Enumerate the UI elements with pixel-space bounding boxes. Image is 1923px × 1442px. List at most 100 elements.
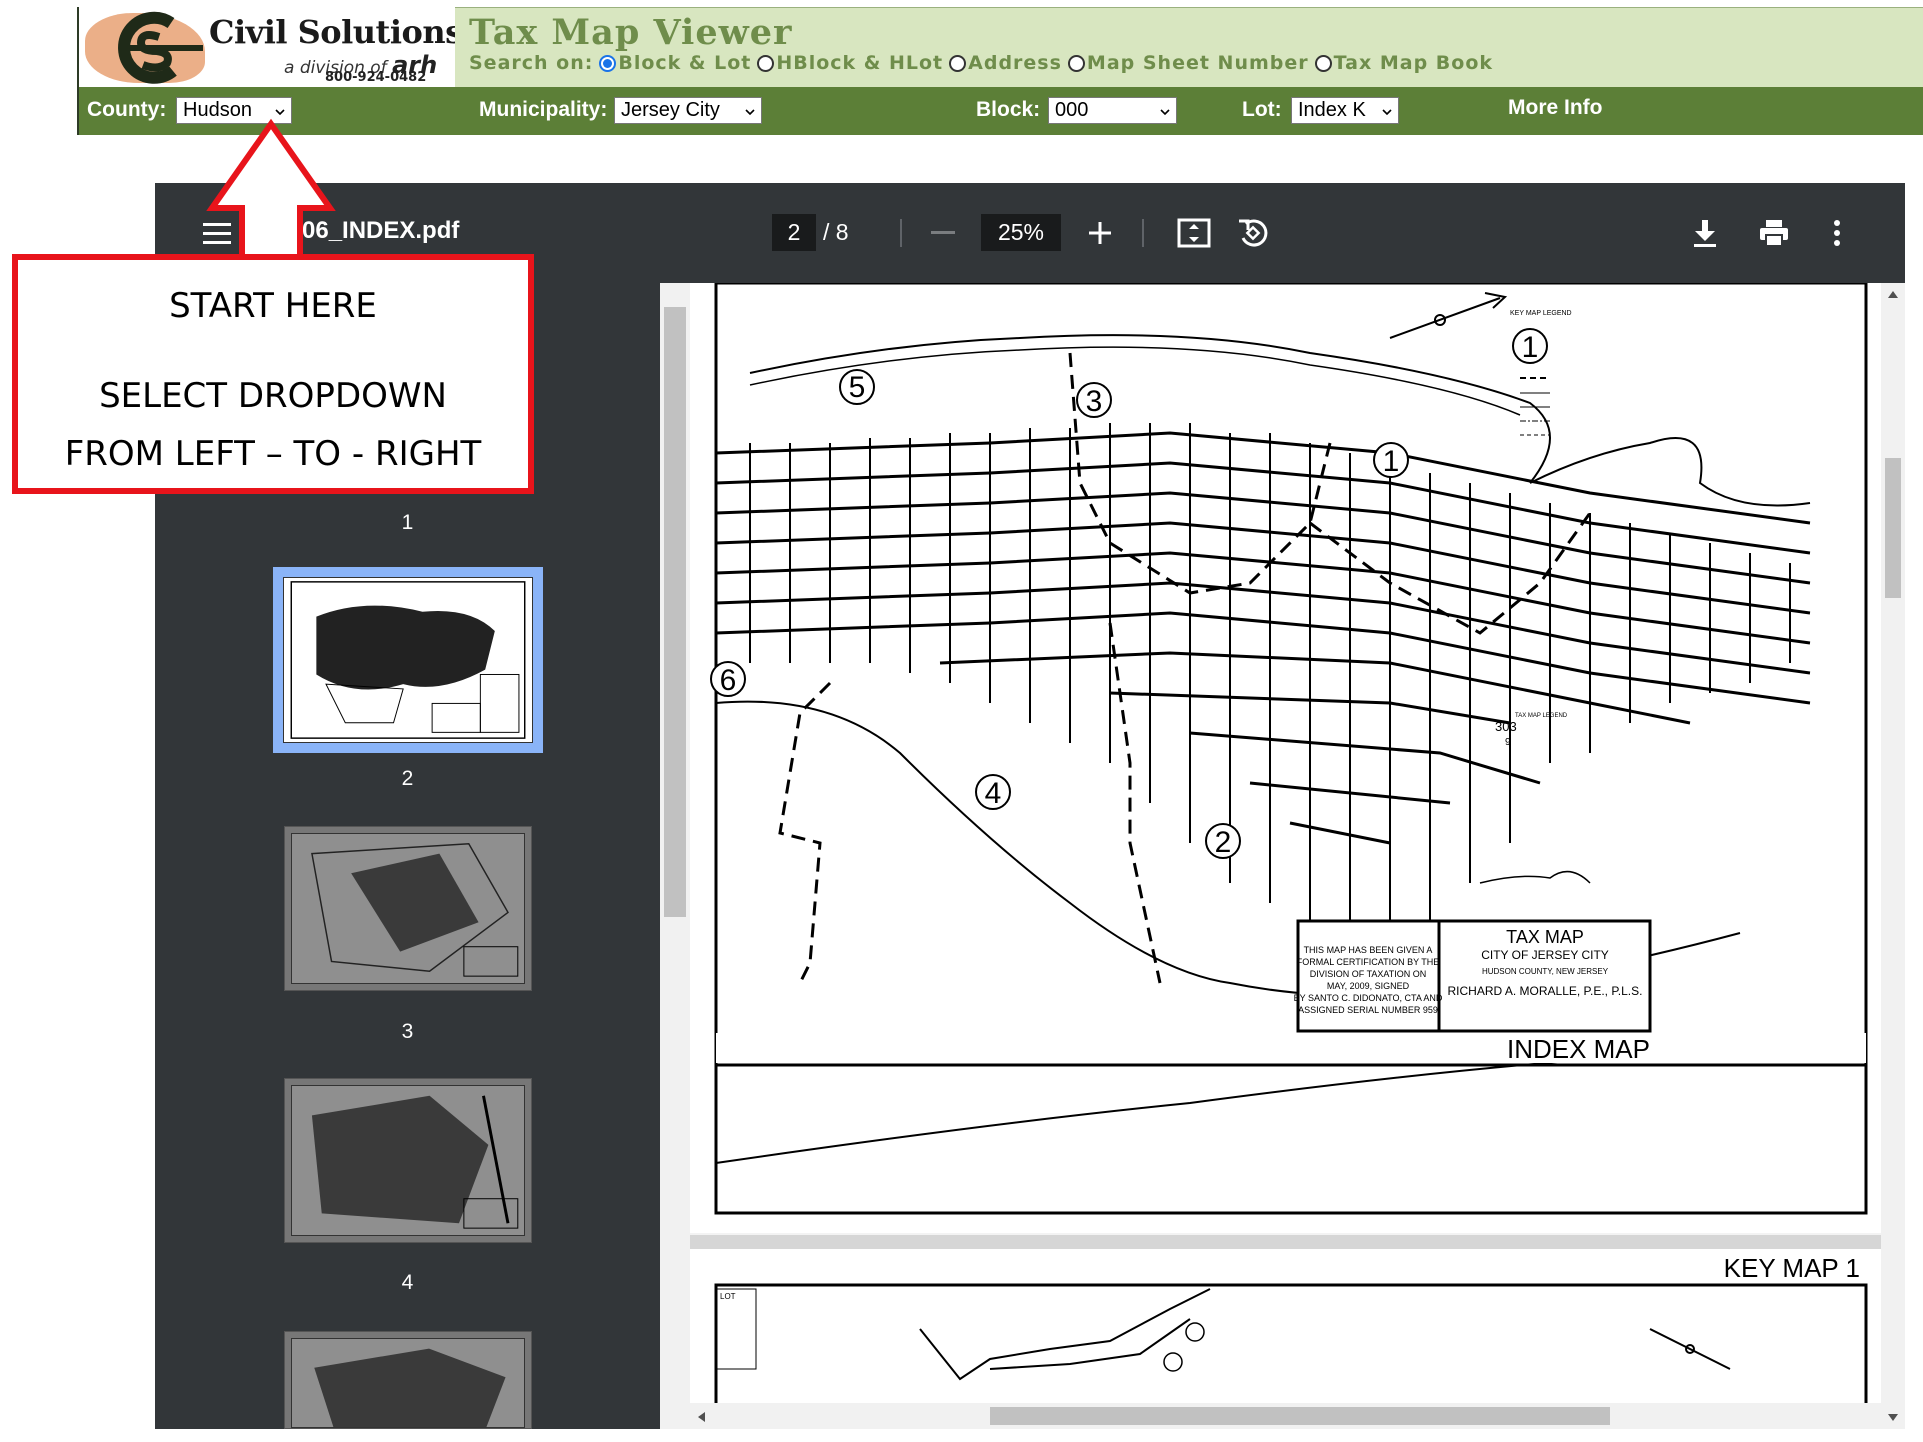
thumbnail-image [291,1338,525,1428]
search-label: Search on: [469,52,594,74]
zoom-level-input[interactable]: 25% [981,214,1061,251]
scroll-left-icon[interactable] [696,1411,706,1423]
tax-map-legend-title: TAX MAP LEGEND [1515,713,1568,719]
download-icon[interactable] [1691,218,1719,248]
callout-arrow-icon [206,118,336,261]
sidebar-scrollbar-thumb[interactable] [664,307,686,917]
title-block-city: CITY OF JERSEY CITY [1481,948,1609,962]
page-number-input[interactable]: 2 [772,214,816,251]
block-label: Block: [976,98,1041,121]
document-vertical-scrollbar[interactable] [1881,283,1905,1429]
radio-tax-map-book[interactable] [1314,54,1332,72]
zone-number: 2 [1215,826,1232,859]
more-info-link[interactable]: More Info [1508,96,1603,120]
pdf-page-3: KEY MAP 1 LOT [690,1249,1895,1429]
radio-map-sheet-number[interactable] [1067,54,1085,72]
toolbar-divider [900,219,902,247]
document-horizontal-thumb[interactable] [990,1407,1610,1425]
legend-block-sample: 303 [1495,719,1517,734]
page-separator [690,1235,1895,1249]
zone-number: 4 [985,777,1002,810]
county-label: County: [87,98,167,121]
radio-label-block-lot[interactable]: Block & Lot [618,52,751,74]
thumbnail-map-graphic [311,1095,519,1229]
toolbar-divider [1142,219,1144,247]
radio-block-lot[interactable] [599,54,617,72]
cert-line: DIVISION OF TAXATION ON [1310,969,1427,979]
thumbnail-page-3[interactable] [284,826,532,991]
callout-heading: START HERE [169,286,377,326]
title-block-engineer: RICHARD A. MORALLE, P.E., P.L.S. [1448,984,1643,998]
thumbnail-page-4[interactable] [284,1078,532,1243]
thumbnail-map-graphic [314,1348,506,1427]
scroll-down-icon[interactable] [1887,1413,1899,1423]
municipality-value: Jersey City [621,99,720,121]
app-header: Civil Solutions a division of arh 800-92… [77,7,1923,135]
thumbnail-number: 1 [401,511,414,534]
radio-label-address[interactable]: Address [968,52,1062,74]
key-map-legend-title: KEY MAP LEGEND [1510,310,1572,317]
fit-page-icon[interactable] [1177,217,1211,249]
chevron-down-icon [1382,109,1392,116]
pdf-page-2: 5 3 1 6 4 2 KEY MAP LEGEND 1 TAX MAP LEG… [690,283,1895,1233]
zone-number: 1 [1522,331,1539,364]
chevron-down-icon [275,109,285,116]
cert-line: FORMAL CERTIFICATION BY THE [1297,957,1440,967]
page-total: / 8 [823,219,849,245]
chevron-down-icon [1160,109,1170,116]
thumbnail-map-graphic [290,581,526,739]
title-block-county: HUDSON COUNTY, NEW JERSEY [1482,967,1609,976]
thumbnail-page-2[interactable] [273,567,543,753]
radio-hblock-hlot[interactable] [757,54,775,72]
thumbnail-image [291,833,525,984]
index-map-label: INDEX MAP [1507,1034,1650,1064]
radio-label-hblock-hlot[interactable]: HBlock & HLot [776,52,943,74]
more-vert-icon[interactable] [1832,219,1842,247]
zone-number: 3 [1086,385,1103,418]
index-map-drawing: 5 3 1 6 4 2 KEY MAP LEGEND 1 TAX MAP LEG… [710,283,1868,1215]
lot-select[interactable]: Index K [1291,97,1399,124]
zoom-in-icon[interactable] [1088,221,1112,245]
scroll-up-icon[interactable] [1887,289,1899,299]
north-arrow-icon [1389,292,1508,339]
print-icon[interactable] [1758,218,1790,248]
zone-number: 5 [849,371,866,404]
zoom-out-icon[interactable] [930,230,956,236]
radio-address[interactable] [949,54,967,72]
thumbnail-number: 2 [401,767,414,790]
thumbnail-number: 4 [401,1271,414,1294]
thumbnail-map-graphic [311,843,519,977]
rotate-icon[interactable] [1236,216,1270,250]
civil-solutions-logo[interactable]: Civil Solutions a division of arh 800-92… [79,7,455,87]
sidebar-scrollbar[interactable] [660,283,690,1429]
instruction-callout: START HERE SELECT DROPDOWN FROM LEFT – T… [12,254,534,494]
document-horizontal-scrollbar[interactable] [690,1403,1881,1429]
brand-name: Civil Solutions [209,13,455,51]
radio-label-map-sheet-number[interactable]: Map Sheet Number [1087,52,1309,74]
cert-line: BY SANTO C. DIDONATO, CTA AND [1294,993,1443,1003]
block-value: 000 [1055,99,1089,121]
lot-label: LOT [720,1292,736,1301]
key-map-label: KEY MAP 1 [1724,1253,1860,1283]
search-options: Search on: Block & Lot HBlock & HLot Add… [469,52,1493,74]
brand-phone: 800-924-0482 [325,70,427,85]
cert-line: MAY, 2009, SIGNED [1327,981,1410,991]
legend-lot-sample: 9 [1505,737,1511,748]
key-map-drawing: KEY MAP 1 LOT [714,1253,1868,1429]
chevron-down-icon [745,109,755,116]
block-select[interactable]: 000 [1048,97,1177,124]
callout-instruction: FROM LEFT – TO - RIGHT [64,434,482,474]
thumbnail-page-5[interactable] [284,1331,532,1429]
document-scrollbar-thumb[interactable] [1885,458,1901,598]
map-legend: KEY MAP LEGEND 1 TAX MAP LEGEND 303 9 [1479,310,1591,884]
thumbnail-image [283,577,533,743]
title-block-heading: TAX MAP [1506,927,1584,947]
callout-instruction: SELECT DROPDOWN [99,376,447,416]
municipality-label: Municipality: [479,98,608,121]
municipality-select[interactable]: Jersey City [614,97,762,124]
radio-label-tax-map-book[interactable]: Tax Map Book [1334,52,1493,74]
zone-number: 1 [1383,445,1400,478]
filter-bar: County: Hudson Municipality: Jersey City… [79,87,1923,135]
thumbnail-number: 3 [401,1020,414,1043]
cert-line: ASSIGNED SERIAL NUMBER 959 [1298,1005,1438,1015]
